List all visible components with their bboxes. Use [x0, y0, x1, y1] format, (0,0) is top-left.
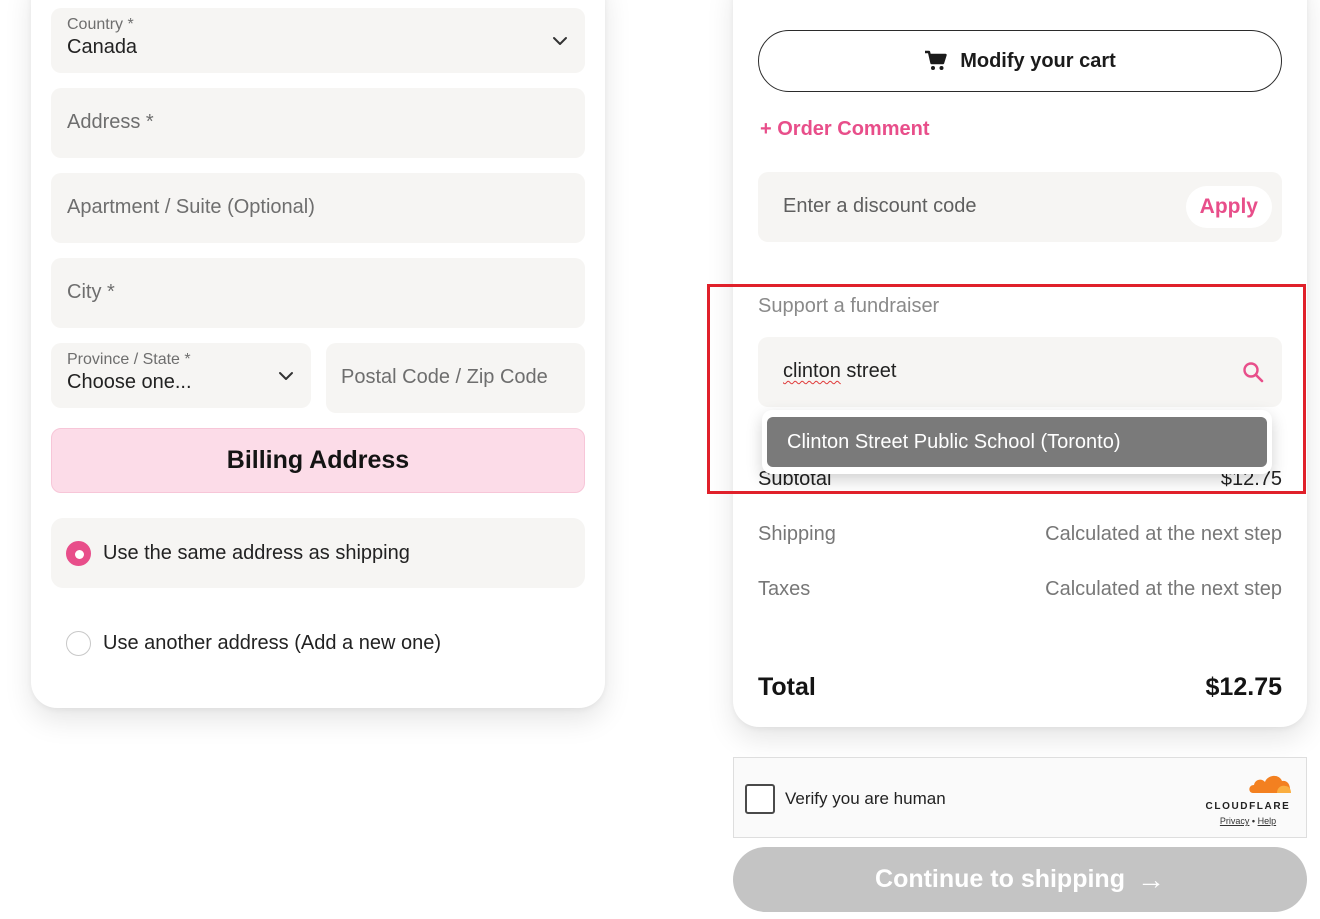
cart-icon — [925, 50, 947, 70]
continue-label: Continue to shipping — [875, 865, 1125, 893]
fundraiser-label: Support a fundraiser — [758, 295, 940, 317]
privacy-link[interactable]: Privacy — [1220, 816, 1250, 826]
fundraiser-suggestion-item[interactable]: Clinton Street Public School (Toronto) — [767, 417, 1267, 467]
order-comment-label: Order Comment — [777, 118, 930, 140]
billing-option-another[interactable]: Use another address (Add a new one) — [51, 608, 585, 678]
captcha-links: Privacy • Help — [1219, 816, 1277, 826]
shipping-label: Shipping — [758, 523, 836, 545]
order-comment-link[interactable]: + Order Comment — [760, 118, 930, 141]
taxes-label: Taxes — [758, 578, 811, 600]
postal-placeholder: Postal Code / Zip Code — [341, 366, 548, 388]
province-select[interactable]: Province / State * Choose one... — [51, 343, 311, 408]
postal-code-input[interactable]: Postal Code / Zip Code — [326, 343, 585, 413]
fundraiser-suggestions-dropdown: Clinton Street Public School (Toronto) — [762, 410, 1272, 474]
billing-address-header[interactable]: Billing Address — [51, 428, 585, 493]
radio-selected-icon[interactable] — [66, 540, 91, 566]
apartment-placeholder: Apartment / Suite (Optional) — [67, 196, 315, 218]
apply-button[interactable]: Apply — [1185, 186, 1272, 228]
taxes-row: Taxes Calculated at the next step — [758, 578, 1282, 601]
total-row: Total $12.75 — [758, 673, 1282, 702]
captcha-label: Verify you are human — [785, 789, 946, 808]
province-value: Choose one... — [67, 371, 192, 393]
billing-option-same[interactable]: Use the same address as shipping — [51, 518, 585, 588]
continue-to-shipping-button[interactable]: Continue to shipping → — [733, 847, 1307, 912]
cloudflare-wordmark: CLOUDFLARE — [1205, 801, 1291, 812]
cloudflare-captcha-widget: Verify you are human CLOUDFLARE Privacy … — [733, 757, 1307, 838]
billing-option-label: Use the same address as shipping — [103, 541, 410, 564]
cloudflare-logo: CLOUDFLARE Privacy • Help — [1200, 772, 1296, 826]
address-input[interactable]: Address * — [51, 88, 585, 158]
country-label: Country * — [67, 16, 134, 33]
address-placeholder: Address * — [67, 111, 154, 133]
billing-option-label: Use another address (Add a new one) — [103, 631, 441, 654]
help-link[interactable]: Help — [1258, 816, 1277, 826]
plus-icon: + — [760, 118, 778, 140]
apartment-input[interactable]: Apartment / Suite (Optional) — [51, 173, 585, 243]
taxes-value: Calculated at the next step — [1045, 578, 1282, 600]
radio-unselected-icon[interactable] — [66, 630, 91, 656]
total-label: Total — [758, 673, 816, 701]
country-select[interactable]: Country * Canada — [51, 8, 585, 73]
chevron-down-icon — [279, 372, 293, 380]
city-input[interactable]: City * — [51, 258, 585, 328]
search-icon[interactable] — [1242, 361, 1264, 383]
arrow-right-icon: → — [1136, 863, 1165, 895]
province-label: Province / State * — [67, 351, 191, 368]
city-placeholder: City * — [67, 281, 115, 303]
shipping-value: Calculated at the next step — [1045, 523, 1282, 545]
total-value: $12.75 — [1205, 673, 1282, 701]
fundraiser-input-value: clinton street — [783, 360, 897, 382]
captcha-checkbox[interactable] — [745, 784, 775, 814]
shipping-row: Shipping Calculated at the next step — [758, 523, 1282, 546]
discount-code-input[interactable]: Enter a discount code Apply — [758, 172, 1282, 242]
discount-placeholder: Enter a discount code — [783, 195, 977, 217]
modify-cart-label: Modify your cart — [960, 49, 1116, 72]
modify-cart-button[interactable]: Modify your cart — [758, 30, 1282, 92]
cloudflare-cloud-icon — [1249, 775, 1291, 793]
fundraiser-search-input[interactable]: clinton street — [758, 337, 1282, 407]
chevron-down-icon — [553, 37, 567, 45]
country-value: Canada — [67, 36, 138, 58]
